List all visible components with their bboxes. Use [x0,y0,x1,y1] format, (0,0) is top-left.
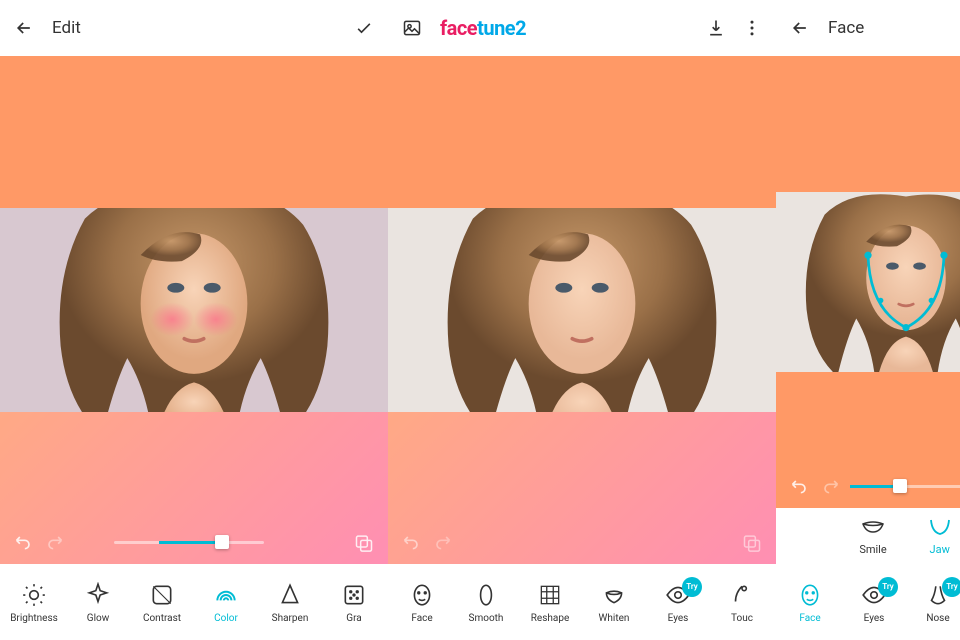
portrait-image [776,192,960,373]
tool-label: Face [799,613,820,624]
bg-top [776,56,960,192]
face-toolbar: FaceEyesTryNoseTryEyebrowsTry [776,564,960,640]
try-badge: Try [878,577,898,597]
tool-label: Whiten [599,613,630,624]
tool-color[interactable]: Color [198,581,254,624]
compare-icon[interactable] [742,532,762,552]
portrait-image [0,208,388,411]
tool-nose[interactable]: NoseTry [910,581,960,624]
tool-glow[interactable]: Glow [70,581,126,624]
tool-brightness[interactable]: Brightness [6,581,62,624]
whiten-icon [600,581,628,609]
page-title: Face [828,18,864,38]
subtool-smile[interactable]: Smile [859,516,886,556]
undo-icon[interactable] [14,532,34,552]
topbar: Edit [0,0,388,56]
tool-label: Sharpen [272,613,309,624]
tool-touch[interactable]: Touc [714,581,770,624]
tool-label: Reshape [531,613,570,624]
face-icon [796,581,824,609]
image-icon[interactable] [402,18,422,38]
canvas-controls [776,476,960,496]
portrait-image [388,208,776,411]
tool-sharpen[interactable]: Sharpen [262,581,318,624]
touch-icon [728,581,756,609]
subtool-jaw[interactable]: Jaw [927,516,953,556]
tool-reshape[interactable]: Reshape [522,581,578,624]
app-logo: facetune2 [440,16,526,40]
download-icon[interactable] [706,18,726,38]
canvas-controls [0,532,388,552]
canvas-controls [388,532,776,552]
bg-top [388,56,776,208]
tool-smooth[interactable]: Smooth [458,581,514,624]
tool-eyes[interactable]: EyesTry [846,581,902,624]
image-canvas[interactable] [388,56,776,564]
confirm-check-icon[interactable] [354,18,374,38]
bg-top [0,56,388,208]
intensity-slider[interactable] [850,485,960,488]
image-canvas[interactable] [776,56,960,508]
redo-icon[interactable] [820,476,840,496]
tool-whiten[interactable]: Whiten [586,581,642,624]
tool-label: Touc [731,613,753,624]
try-badge: Try [942,577,960,597]
back-arrow-icon[interactable] [14,18,34,38]
color-icon [212,581,240,609]
tool-eyes[interactable]: EyesTry [650,581,706,624]
topbar: Face [776,0,960,56]
try-badge: Try [682,577,702,597]
tool-face[interactable]: Face [394,581,450,624]
tool-label: Nose [926,613,949,624]
page-title: Edit [52,18,81,38]
tool-label: Contrast [143,613,181,624]
contrast-icon [148,581,176,609]
tool-label: Smooth [469,613,504,624]
brightness-icon [20,581,48,609]
grain-icon [340,581,368,609]
tool-label: Gra [346,613,361,624]
subtool-label: Jaw [930,543,950,556]
tool-label: Eyes [668,613,689,624]
main-toolbar: FaceSmoothReshapeWhitenEyesTryTouc [388,564,776,640]
reshape-icon [536,581,564,609]
redo-icon[interactable] [432,532,452,552]
face-icon [408,581,436,609]
undo-icon[interactable] [402,532,422,552]
tool-label: Glow [87,613,109,624]
more-vertical-icon[interactable] [742,18,762,38]
tool-label: Color [214,613,238,624]
tool-label: Brightness [10,613,58,624]
tool-label: Eyes [864,613,885,624]
face-subtools: Smile Jaw [776,508,960,564]
smooth-icon [472,581,500,609]
sharpen-icon [276,581,304,609]
intensity-slider[interactable] [114,541,264,544]
tool-face[interactable]: Face [782,581,838,624]
back-arrow-icon[interactable] [790,18,810,38]
subtool-label: Smile [859,543,886,556]
tool-contrast[interactable]: Contrast [134,581,190,624]
topbar: facetune2 [388,0,776,56]
glow-icon [84,581,112,609]
smile-icon [860,516,886,540]
jaw-icon [927,516,953,540]
edit-toolbar: Brightness Glow Contrast Color Sharpen Gra [0,564,388,640]
compare-icon[interactable] [354,532,374,552]
undo-icon[interactable] [790,476,810,496]
redo-icon[interactable] [44,532,64,552]
tool-label: Face [411,613,432,624]
image-canvas[interactable] [0,56,388,564]
tool-grain[interactable]: Gra [326,581,382,624]
